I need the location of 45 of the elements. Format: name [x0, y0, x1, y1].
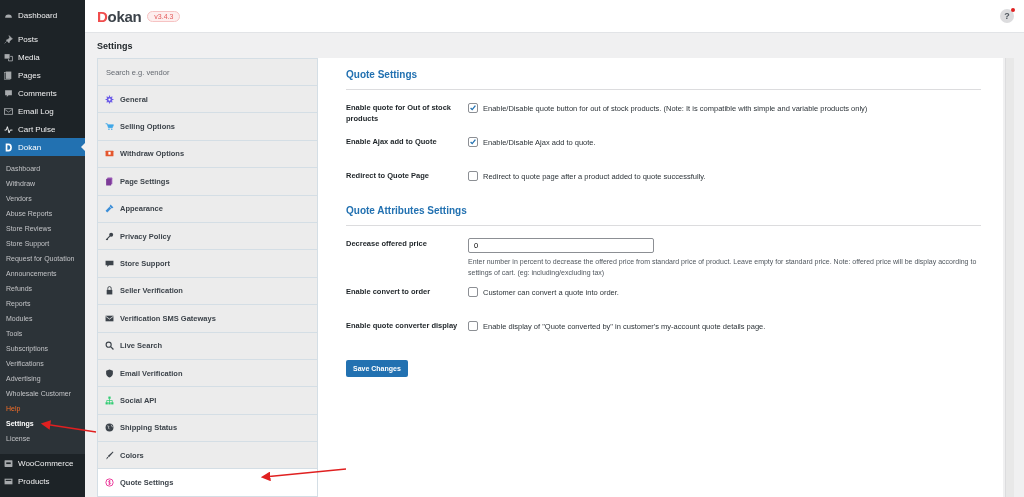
padlock-icon: [105, 286, 114, 296]
dokan-icon: [4, 142, 13, 152]
search-icon: [105, 341, 114, 351]
store-icon: [4, 458, 13, 468]
menu-item[interactable]: Dokan: [0, 138, 85, 156]
logo: Dokan: [97, 7, 142, 25]
key-icon: [105, 231, 114, 241]
speech-bubble-icon: [105, 259, 114, 269]
speech-bubble-icon: [4, 88, 13, 98]
menu-item[interactable]: WooCommerce: [0, 454, 85, 472]
sitemap-icon: [105, 396, 114, 405]
brush-icon: [105, 450, 114, 460]
menu-item[interactable]: Pages: [0, 66, 85, 84]
pulse-icon: [4, 124, 13, 134]
menu-item[interactable]: Dashboard: [0, 6, 85, 24]
menu-item[interactable]: Posts: [0, 30, 85, 48]
menu-item[interactable]: Email Log: [0, 102, 85, 120]
pin-icon: [4, 34, 13, 44]
archive-icon: [4, 476, 13, 486]
shield-icon: [105, 368, 114, 378]
pages-icon: [4, 70, 13, 80]
envelope-icon: [4, 106, 13, 116]
brush-icon: [105, 204, 114, 214]
menu-item[interactable]: Comments: [0, 84, 85, 102]
section-heading: Quote Attributes Settings: [346, 204, 468, 218]
section-heading: Quote Settings: [346, 68, 419, 82]
dollar-icon: [105, 478, 114, 488]
menu-item[interactable]: Cart Pulse: [0, 120, 85, 138]
cart-icon: [105, 122, 114, 132]
menu-item[interactable]: Products: [0, 472, 85, 490]
checkbox[interactable]: [468, 171, 478, 181]
pages-icon: [105, 176, 114, 186]
media-icon: [4, 52, 13, 62]
wallet-icon: [105, 149, 114, 159]
page-title: Settings: [96, 40, 134, 53]
help-button[interactable]: ?: [1000, 9, 1014, 23]
checkbox[interactable]: [468, 103, 478, 113]
checkbox[interactable]: [468, 321, 478, 331]
arrow: [40, 420, 97, 433]
menu-item[interactable]: Media: [0, 48, 85, 66]
checkbox[interactable]: [468, 137, 478, 147]
globe-icon: [105, 423, 114, 433]
gear-icon: [105, 94, 114, 104]
checkbox[interactable]: [468, 287, 478, 297]
envelope-icon: [105, 313, 114, 323]
